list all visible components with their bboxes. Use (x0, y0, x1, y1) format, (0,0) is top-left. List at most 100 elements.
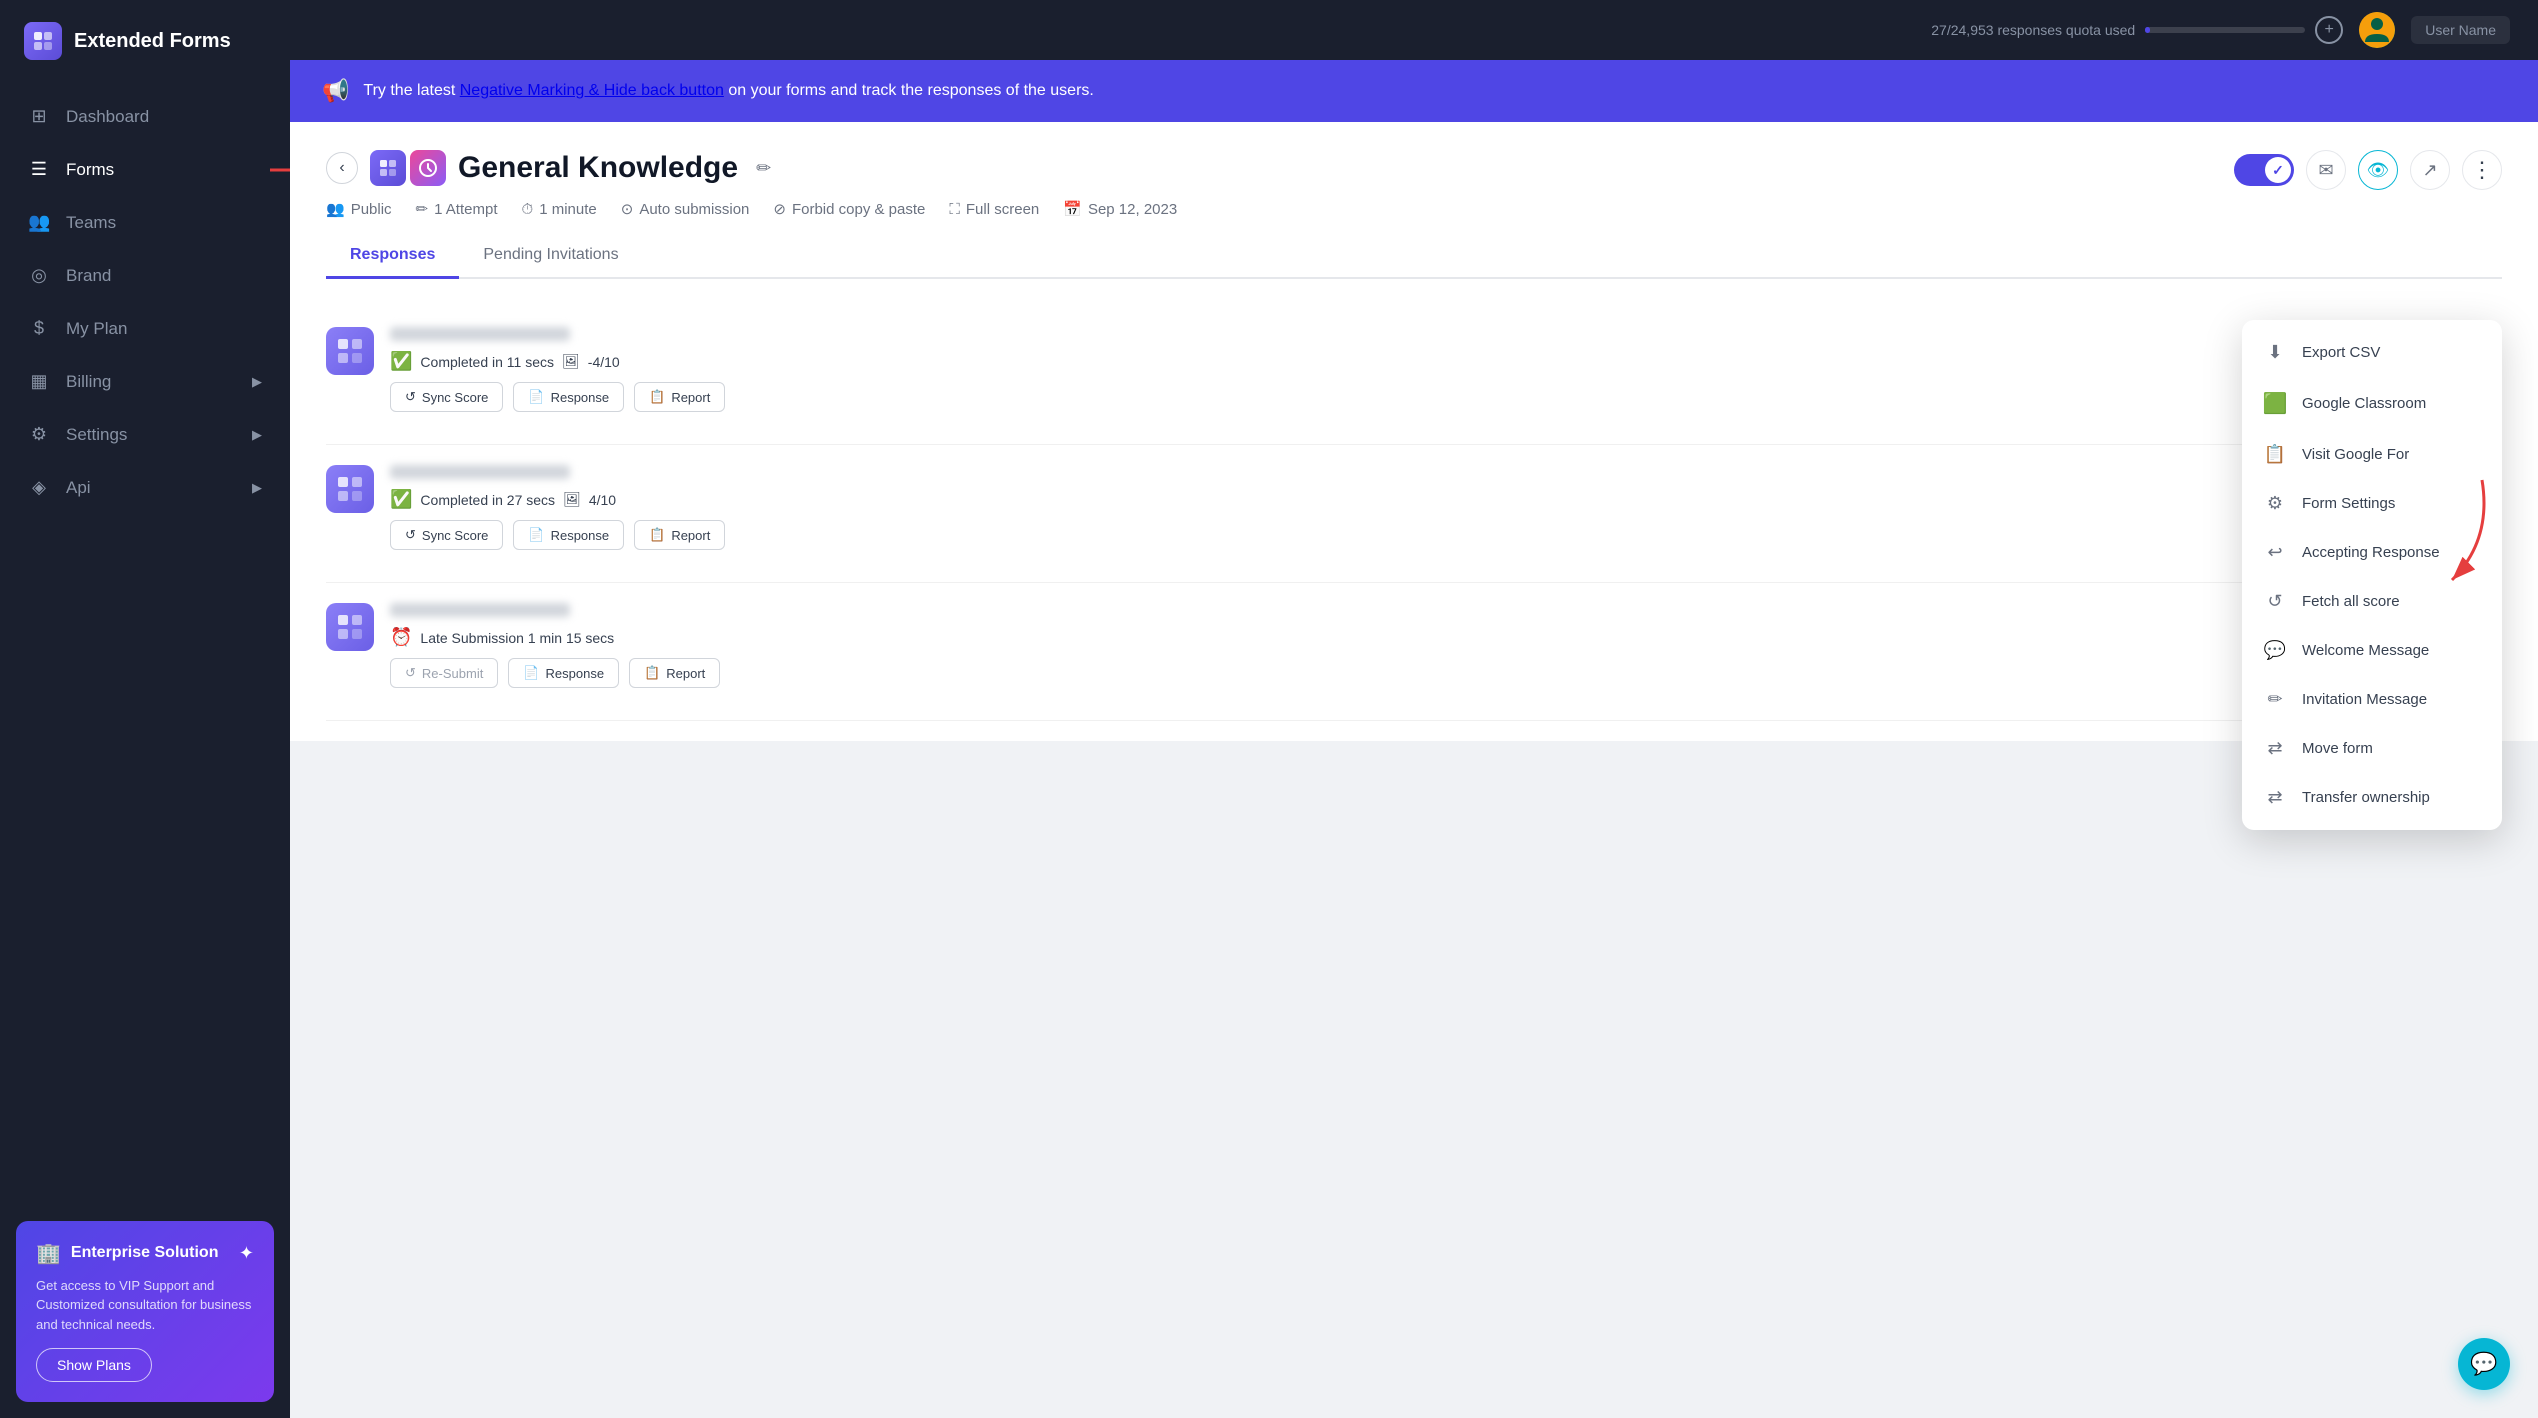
tab-responses[interactable]: Responses (326, 234, 459, 279)
enterprise-card: 🏢 Enterprise Solution ✦ Get access to VI… (16, 1221, 274, 1403)
google-form-icon: 📋 (2262, 444, 2288, 465)
quota-add-button[interactable]: + (2315, 16, 2343, 44)
move-icon: ⇄ (2262, 738, 2288, 759)
dropdown-item-google-classroom[interactable]: 🟩 Google Classroom (2242, 377, 2502, 430)
sidebar-item-my-plan[interactable]: $ My Plan (0, 302, 290, 355)
chat-bubble-button[interactable]: 💬 (2458, 1338, 2510, 1390)
content-area: 📢 Try the latest Negative Marking & Hide… (290, 60, 2538, 1418)
banner-link[interactable]: Negative Marking & Hide back button (460, 82, 724, 99)
sync-icon: ↺ (405, 527, 416, 543)
email-blur (390, 603, 570, 617)
sidebar-item-forms[interactable]: ☰ Forms (0, 143, 290, 196)
dashboard-icon: ⊞ (28, 106, 50, 127)
response-details: ⏰ Late Submission 1 min 15 secs ↺ Re-Sub… (390, 603, 2406, 688)
response-actions: ↺ Sync Score 📄 Response 📋 Report (390, 382, 2406, 412)
sidebar-header: Extended Forms (0, 0, 290, 82)
check-icon: ✅ (390, 489, 412, 510)
table-row: ✅ Completed in 11 secs 🖼 -4/10 ↺ Sync Sc… (326, 307, 2502, 445)
announcement-banner: 📢 Try the latest Negative Marking & Hide… (290, 60, 2538, 122)
form-meta: 👥 Public ✏ 1 Attempt ⏱ 1 minute ⊙ Auto s… (326, 200, 2502, 218)
enterprise-desc: Get access to VIP Support and Customized… (36, 1276, 254, 1335)
dropdown-item-transfer-ownership[interactable]: ⇄ Transfer ownership (2242, 773, 2502, 822)
form-title-row: ‹ (326, 150, 2502, 186)
dropdown-item-accepting-response[interactable]: ↩ Accepting Response (2242, 528, 2502, 577)
share-icon-button[interactable]: ↗ (2410, 150, 2450, 190)
api-arrow: ▶ (252, 480, 262, 496)
sidebar-item-teams[interactable]: 👥 Teams (0, 196, 290, 249)
dropdown-item-visit-google-form[interactable]: 📋 Visit Google For (2242, 430, 2502, 479)
sidebar-item-dashboard[interactable]: ⊞ Dashboard (0, 90, 290, 143)
accept-icon: ↩ (2262, 542, 2288, 563)
meta-date: 📅 Sep 12, 2023 (1063, 200, 1177, 218)
report-button[interactable]: 📋 Report (634, 520, 725, 550)
table-row: ✅ Completed in 27 secs 🖼 4/10 ↺ Sync Sco… (326, 445, 2502, 583)
settings-icon: ⚙ (2262, 493, 2288, 514)
response-button[interactable]: 📄 Response (508, 658, 619, 688)
enterprise-title: Enterprise Solution (71, 1244, 219, 1262)
meta-submission: ⊙ Auto submission (621, 200, 750, 218)
sync-score-button[interactable]: ↺ Sync Score (390, 520, 503, 550)
sidebar-item-billing[interactable]: ▦ Billing ▶ (0, 355, 290, 408)
table-row: ⏰ Late Submission 1 min 15 secs ↺ Re-Sub… (326, 583, 2502, 721)
sync-score-button[interactable]: ↺ Sync Score (390, 382, 503, 412)
avatar (326, 465, 374, 513)
megaphone-icon: 📢 (322, 78, 349, 104)
back-button[interactable]: ‹ (326, 152, 358, 184)
show-plans-button[interactable]: Show Plans (36, 1348, 152, 1382)
response-details: ✅ Completed in 11 secs 🖼 -4/10 ↺ Sync Sc… (390, 327, 2406, 412)
email-blur (390, 327, 570, 341)
response-button[interactable]: 📄 Response (513, 520, 624, 550)
report-icon: 📋 (649, 527, 665, 543)
app-logo (24, 22, 62, 60)
dropdown-item-invitation-message[interactable]: ✏ Invitation Message (2242, 675, 2502, 724)
google-classroom-icon: 🟩 (2262, 391, 2288, 416)
transfer-icon: ⇄ (2262, 787, 2288, 808)
eye-icon-button[interactable]: 👁 (2358, 150, 2398, 190)
check-icon: ✅ (390, 351, 412, 372)
sidebar-item-api[interactable]: ◈ Api ▶ (0, 461, 290, 514)
tabs: Responses Pending Invitations (326, 234, 2502, 279)
more-options-button[interactable]: ⋮ (2462, 150, 2502, 190)
avatar (326, 327, 374, 375)
form-toggle[interactable]: ✓ (2234, 154, 2294, 186)
building-icon: 🏢 (36, 1241, 61, 1266)
sync-icon: ↺ (405, 389, 416, 405)
dropdown-menu: ⬇ Export CSV 🟩 Google Classroom 📋 Visit … (2242, 320, 2502, 830)
sidebar-nav: ⊞ Dashboard ☰ Forms 👥 Teams ◎ Brand (0, 82, 290, 1205)
billing-icon: ▦ (28, 371, 50, 392)
tab-pending-invitations[interactable]: Pending Invitations (459, 234, 642, 279)
my-plan-icon: $ (28, 318, 50, 339)
form-icon-2 (410, 150, 446, 186)
form-icon-1 (370, 150, 406, 186)
dropdown-item-move-form[interactable]: ⇄ Move form (2242, 724, 2502, 773)
api-icon: ◈ (28, 477, 50, 498)
edit-title-icon[interactable]: ✏ (756, 158, 771, 179)
avatar (2359, 12, 2395, 48)
mail-icon-button[interactable]: ✉ (2306, 150, 2346, 190)
settings-arrow: ▶ (252, 427, 262, 443)
quota-section: 27/24,953 responses quota used + (1931, 16, 2343, 44)
quota-bar (2145, 27, 2305, 33)
response-button[interactable]: 📄 Response (513, 382, 624, 412)
resubmit-button[interactable]: ↺ Re-Submit (390, 658, 498, 688)
response-actions: ↺ Sync Score 📄 Response 📋 Report (390, 520, 2406, 550)
dropdown-item-welcome-message[interactable]: 💬 Welcome Message (2242, 626, 2502, 675)
chat-icon: 💬 (2262, 640, 2288, 661)
sidebar-item-settings[interactable]: ⚙ Settings ▶ (0, 408, 290, 461)
report-icon: 📋 (649, 389, 665, 405)
sidebar-item-brand[interactable]: ◎ Brand (0, 249, 290, 302)
responses-list: ✅ Completed in 11 secs 🖼 -4/10 ↺ Sync Sc… (290, 307, 2538, 741)
edit-icon: ✏ (2262, 689, 2288, 710)
response-status: ✅ Completed in 11 secs 🖼 -4/10 (390, 351, 2406, 372)
report-button[interactable]: 📋 Report (629, 658, 720, 688)
brand-icon: ◎ (28, 265, 50, 286)
response-status: ✅ Completed in 27 secs 🖼 4/10 (390, 489, 2406, 510)
dropdown-item-form-settings[interactable]: ⚙ Form Settings (2242, 479, 2502, 528)
forms-icon: ☰ (28, 159, 50, 180)
main-content: 27/24,953 responses quota used + User Na… (290, 0, 2538, 1418)
report-button[interactable]: 📋 Report (634, 382, 725, 412)
dropdown-item-fetch-all-score[interactable]: ↺ Fetch all score (2242, 577, 2502, 626)
toggle-circle: ✓ (2265, 157, 2291, 183)
report-icon: 📋 (644, 665, 660, 681)
dropdown-item-export-csv[interactable]: ⬇ Export CSV (2242, 328, 2502, 377)
